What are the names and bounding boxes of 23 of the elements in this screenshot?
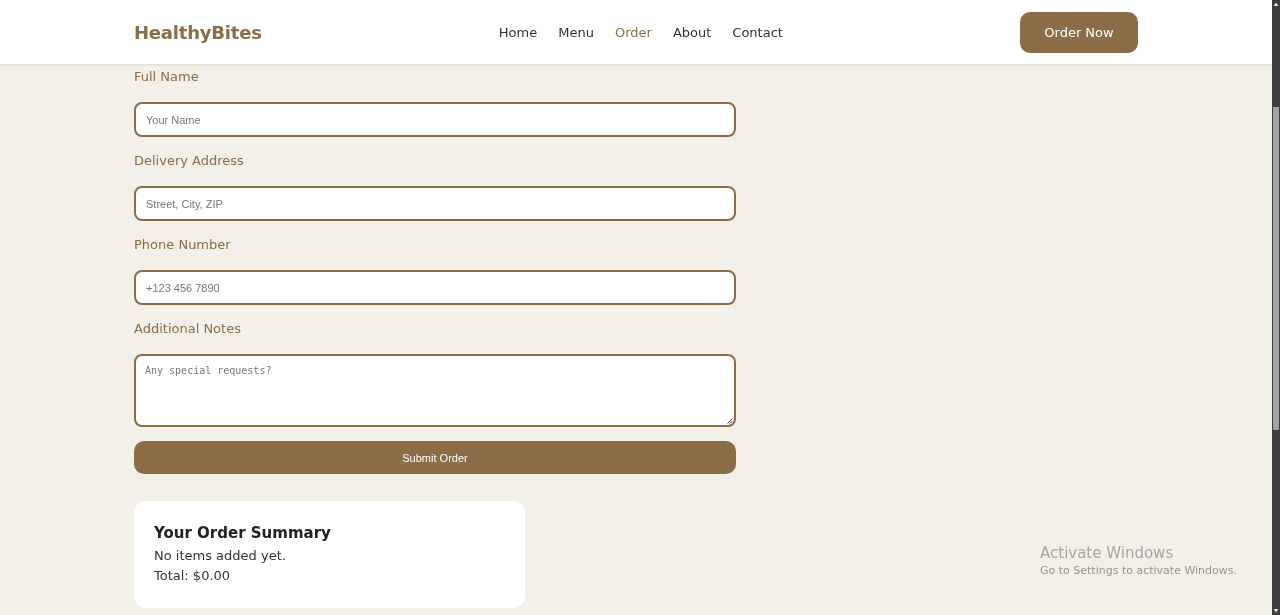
- activation-notice-title: Activate Windows: [1040, 544, 1175, 562]
- submit-button[interactable]: Submit Order: [134, 441, 736, 474]
- resize-handle-icon[interactable]: [727, 418, 733, 424]
- activation-notice-text: Go to Settings to activate Windows.: [1040, 564, 1238, 577]
- field-label: Phone Number: [134, 236, 232, 254]
- summary-text: Total: $0.00: [154, 567, 232, 585]
- field-label: Delivery Address: [134, 152, 245, 170]
- summary-text: No items added yet.: [154, 547, 287, 565]
- text-input[interactable]: Your Name: [134, 102, 736, 137]
- nav-link[interactable]: About: [672, 24, 712, 40]
- summary-title: Your Order Summary: [154, 523, 332, 544]
- nav-link[interactable]: Home: [498, 24, 538, 40]
- field-label: Full Name: [134, 68, 200, 86]
- nav-link[interactable]: Order: [614, 24, 652, 40]
- text-input[interactable]: +123 456 7890: [134, 270, 736, 305]
- field-label: Additional Notes: [134, 320, 242, 338]
- order-now-button[interactable]: Order Now: [1020, 11, 1138, 53]
- nav-link[interactable]: Menu: [558, 24, 594, 40]
- text-input[interactable]: Street, City, ZIP: [134, 186, 736, 221]
- notes-textarea[interactable]: Any special requests?: [134, 354, 736, 427]
- scrollbar[interactable]: [1272, 0, 1280, 615]
- brand-logo[interactable]: HealthyBites: [134, 21, 262, 43]
- nav-link[interactable]: Contact: [732, 24, 783, 40]
